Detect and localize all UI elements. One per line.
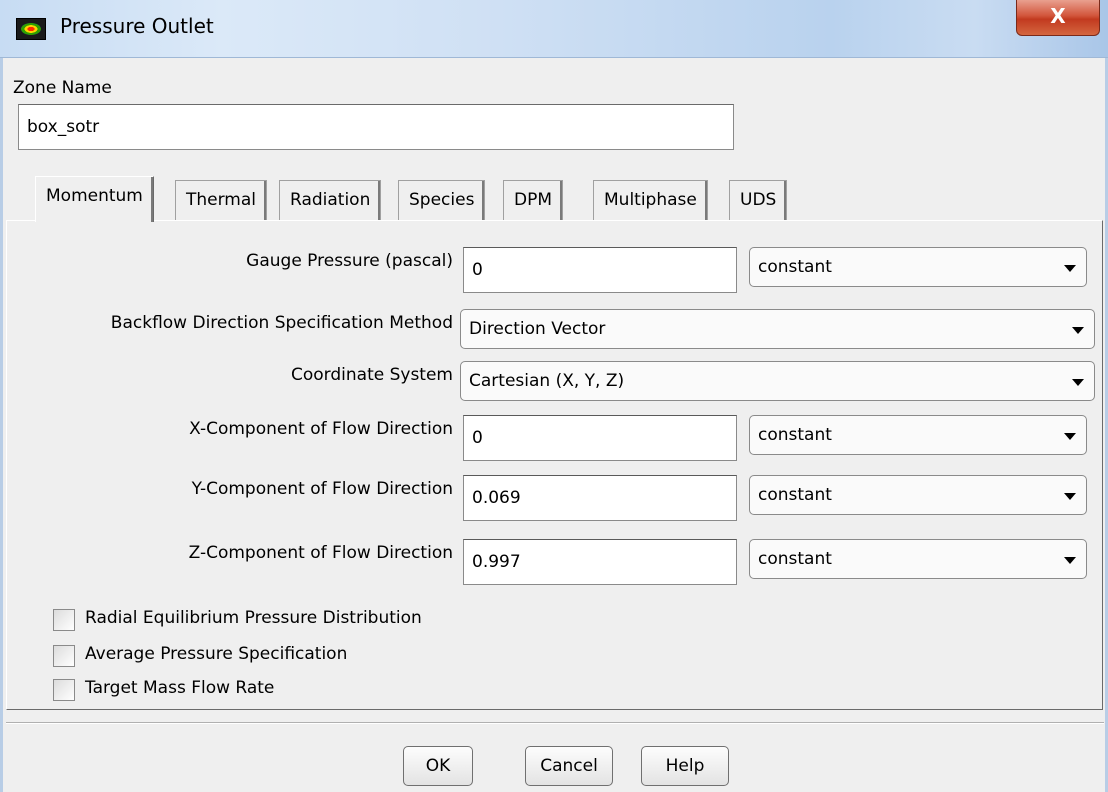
x-component-method-select[interactable]: constant — [749, 415, 1087, 455]
chevron-down-icon — [1072, 327, 1084, 334]
select-value: constant — [758, 485, 832, 505]
y-component-label: Y-Component of Flow Direction — [191, 479, 453, 499]
tab-label: Thermal — [186, 190, 257, 210]
momentum-panel: Gauge Pressure (pascal) 0 constant Backf… — [6, 220, 1103, 710]
zone-name-input[interactable] — [18, 104, 734, 150]
chevron-down-icon — [1064, 557, 1076, 564]
tab-label: DPM — [514, 190, 553, 210]
z-component-label: Z-Component of Flow Direction — [188, 543, 453, 563]
x-component-label: X-Component of Flow Direction — [189, 419, 453, 439]
close-button[interactable]: X — [1016, 0, 1100, 36]
checkbox-box[interactable] — [53, 609, 75, 631]
gauge-pressure-method-select[interactable]: constant — [749, 247, 1087, 287]
select-value: Direction Vector — [469, 319, 606, 339]
backflow-method-select[interactable]: Direction Vector — [460, 309, 1095, 349]
chevron-down-icon — [1064, 265, 1076, 272]
tab-multiphase[interactable]: Multiphase — [593, 180, 708, 220]
backflow-method-label: Backflow Direction Specification Method — [110, 313, 453, 333]
ok-button[interactable]: OK — [403, 746, 473, 786]
select-value: constant — [758, 425, 832, 445]
help-button[interactable]: Help — [641, 746, 729, 786]
button-separator — [6, 722, 1104, 724]
tab-momentum[interactable]: Momentum — [35, 176, 154, 222]
gauge-pressure-label: Gauge Pressure (pascal) — [246, 251, 453, 271]
tab-label: UDS — [740, 190, 777, 210]
tab-species[interactable]: Species — [398, 180, 486, 220]
checkbox-box[interactable] — [53, 679, 75, 701]
chevron-down-icon — [1064, 493, 1076, 500]
title-bar: Pressure Outlet X — [0, 0, 1108, 58]
coordinate-system-label: Coordinate System — [291, 365, 453, 385]
window-title: Pressure Outlet — [60, 14, 214, 38]
checkbox-label: Average Pressure Specification — [85, 644, 348, 664]
close-icon: X — [1050, 4, 1066, 28]
fluent-app-icon — [16, 18, 46, 40]
checkbox-label: Target Mass Flow Rate — [85, 678, 275, 698]
checkbox-label: Radial Equilibrium Pressure Distribution — [85, 608, 422, 628]
tab-label: Species — [409, 190, 475, 210]
checkbox-box[interactable] — [53, 645, 75, 667]
y-component-input[interactable]: 0.069 — [463, 475, 737, 521]
dialog-body: Zone Name Momentum Thermal Radiation Spe… — [0, 58, 1108, 792]
z-component-method-select[interactable]: constant — [749, 539, 1087, 579]
zone-name-label: Zone Name — [13, 78, 112, 98]
cancel-button[interactable]: Cancel — [525, 746, 613, 786]
coordinate-system-select[interactable]: Cartesian (X, Y, Z) — [460, 361, 1095, 401]
tab-uds[interactable]: UDS — [729, 180, 788, 220]
tab-label: Radiation — [290, 190, 371, 210]
chevron-down-icon — [1064, 433, 1076, 440]
tab-dpm[interactable]: DPM — [503, 180, 564, 220]
select-value: Cartesian (X, Y, Z) — [469, 371, 625, 391]
tab-label: Momentum — [46, 186, 143, 206]
z-component-input[interactable]: 0.997 — [463, 539, 737, 585]
tab-radiation[interactable]: Radiation — [279, 180, 382, 220]
x-component-input[interactable]: 0 — [463, 415, 737, 461]
tab-label: Multiphase — [604, 190, 697, 210]
y-component-method-select[interactable]: constant — [749, 475, 1087, 515]
tab-thermal[interactable]: Thermal — [175, 180, 268, 220]
gauge-pressure-input[interactable]: 0 — [463, 247, 737, 293]
select-value: constant — [758, 549, 832, 569]
select-value: constant — [758, 257, 832, 277]
chevron-down-icon — [1072, 379, 1084, 386]
